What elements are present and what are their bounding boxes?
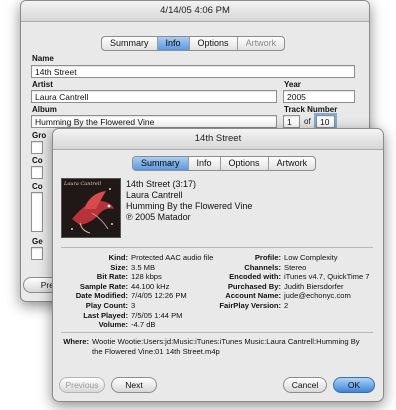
info-value: Stereo bbox=[284, 262, 307, 272]
info-key: Encoded with: bbox=[229, 272, 281, 282]
where-label: Where: bbox=[63, 337, 89, 346]
info-value: jude@echonyc.com bbox=[284, 291, 351, 301]
bird-artwork-image bbox=[62, 179, 120, 237]
back-tab-artwork: Artwork bbox=[245, 38, 277, 48]
tab-info[interactable]: Info bbox=[189, 157, 221, 170]
track-artist: Laura Cantrell bbox=[126, 190, 183, 200]
front-info-window: 14th Street Summary Info Options Artwork… bbox=[52, 128, 384, 402]
info-value: Judith Biersdorfer bbox=[284, 281, 344, 291]
partial-field-4[interactable] bbox=[31, 247, 43, 260]
name-field[interactable]: 14th Street bbox=[31, 65, 355, 78]
where-row: Where: Wootie Wootie:Users:jd:Music:iTun… bbox=[61, 337, 373, 356]
left-info-list: Kind: Protected AAC audio file Size: 3.5 M… bbox=[61, 253, 214, 330]
info-row: Sample Rate: 44.100 kHz bbox=[61, 282, 213, 292]
info-key: Profile: bbox=[254, 253, 281, 262]
next-button[interactable]: Next bbox=[111, 377, 157, 393]
info-row: Play Count: 3 bbox=[61, 301, 213, 311]
info-key: Last Played: bbox=[83, 310, 128, 320]
info-row: Encoded with: iTunes v4.7, QuickTime 7 bbox=[207, 272, 370, 282]
year-field[interactable]: 2005 bbox=[283, 90, 355, 103]
cancel-button[interactable]: Cancel bbox=[283, 377, 327, 393]
track-copyright: ℗ 2005 Matador bbox=[126, 212, 191, 222]
info-row: Account Name: jude@echonyc.com bbox=[207, 291, 370, 301]
right-info-list: Profile: Low Complexity Channels: Stereo E… bbox=[207, 253, 370, 311]
track-album: Humming By the Flowered Vine bbox=[126, 201, 253, 211]
info-row: Volume: -4.7 dB bbox=[61, 320, 213, 330]
back-tab-options[interactable]: Options bbox=[190, 37, 238, 50]
back-tab-summary[interactable]: Summary bbox=[102, 37, 158, 50]
back-tab-bar: Summary Info Options Artwork bbox=[101, 36, 286, 51]
info-value: 2 bbox=[284, 300, 289, 310]
track-number-field[interactable]: 1 bbox=[283, 115, 300, 128]
track-of-label: of bbox=[304, 117, 311, 126]
info-key: Sample Rate: bbox=[79, 281, 128, 291]
partial-field-1[interactable] bbox=[31, 141, 43, 154]
info-row: Channels: Stereo bbox=[207, 263, 370, 273]
info-key: Play Count: bbox=[85, 300, 128, 310]
separator-bottom bbox=[61, 332, 373, 333]
info-row: Date Modified: 7/4/05 12:26 PM bbox=[61, 291, 213, 301]
artwork-caption: Laura Cantrell bbox=[64, 181, 102, 187]
info-row: FairPlay Version: 2 bbox=[207, 301, 370, 311]
info-row: Kind: Protected AAC audio file bbox=[61, 253, 214, 263]
back-window-title: 4/14/05 4:06 PM bbox=[21, 1, 369, 22]
info-value: Protected AAC audio file bbox=[131, 253, 214, 262]
album-field[interactable]: Humming By the Flowered Vine bbox=[31, 115, 277, 128]
info-key: Size: bbox=[110, 262, 128, 272]
info-key: Channels: bbox=[244, 262, 281, 272]
info-row: Last Played: 7/5/05 1:44 PM bbox=[61, 311, 213, 321]
info-key: Purchased By: bbox=[227, 281, 281, 291]
info-key: Kind: bbox=[108, 253, 128, 262]
info-value: Low Complexity bbox=[284, 253, 338, 262]
track-number-label: Track Number bbox=[284, 105, 338, 114]
info-key: Date Modified: bbox=[75, 291, 128, 301]
tab-options[interactable]: Options bbox=[221, 157, 269, 170]
partial-field-2[interactable] bbox=[31, 166, 43, 179]
front-tab-bar: Summary Info Options Artwork bbox=[132, 156, 317, 171]
info-value: iTunes v4.7, QuickTime 7 bbox=[284, 272, 370, 282]
info-row: Profile: Low Complexity bbox=[207, 253, 370, 263]
year-label: Year bbox=[284, 80, 301, 89]
album-artwork: Laura Cantrell bbox=[61, 178, 121, 238]
artist-label: Artist bbox=[32, 80, 53, 89]
info-key: Bit Rate: bbox=[96, 272, 128, 282]
artist-field[interactable]: Laura Cantrell bbox=[31, 90, 277, 103]
front-window-title: 14th Street bbox=[53, 129, 383, 150]
info-value: 7/4/05 12:26 PM bbox=[131, 291, 187, 301]
info-value: 128 kbps bbox=[131, 272, 162, 282]
info-key: FairPlay Version: bbox=[219, 300, 281, 310]
info-value: 3 bbox=[131, 300, 136, 310]
info-row: Size: 3.5 MB bbox=[61, 263, 213, 273]
info-value: 3.5 MB bbox=[131, 262, 156, 272]
back-tab-info[interactable]: Info bbox=[157, 37, 190, 50]
partial-field-3[interactable] bbox=[31, 192, 43, 232]
info-key: Account Name: bbox=[225, 291, 281, 301]
track-total-field[interactable]: 10 bbox=[314, 113, 337, 130]
album-label: Album bbox=[32, 105, 57, 114]
name-label: Name bbox=[32, 54, 54, 63]
partial-label-comments: Co bbox=[32, 182, 43, 191]
info-key: Volume: bbox=[98, 320, 128, 330]
info-row: Purchased By: Judith Biersdorfer bbox=[207, 282, 370, 292]
info-value: 44.100 kHz bbox=[131, 281, 170, 291]
tab-artwork[interactable]: Artwork bbox=[269, 157, 316, 170]
partial-label-composer: Co bbox=[32, 156, 43, 165]
info-value: 7/5/05 1:44 PM bbox=[131, 310, 183, 320]
where-path: Wootie Wootie:Users:jd:Music:iTunes:iTun… bbox=[92, 337, 360, 356]
info-row: Bit Rate: 128 kbps bbox=[61, 272, 213, 282]
separator-top bbox=[61, 247, 373, 248]
partial-label-genre: Ge bbox=[32, 237, 43, 246]
previous-button[interactable]: Previous bbox=[59, 377, 105, 393]
partial-label-grouping: Gro bbox=[32, 131, 47, 140]
tab-summary[interactable]: Summary bbox=[133, 157, 189, 170]
info-value: -4.7 dB bbox=[131, 320, 156, 330]
ok-button[interactable]: OK bbox=[333, 377, 375, 393]
track-title-time: 14th Street (3:17) bbox=[126, 179, 197, 189]
